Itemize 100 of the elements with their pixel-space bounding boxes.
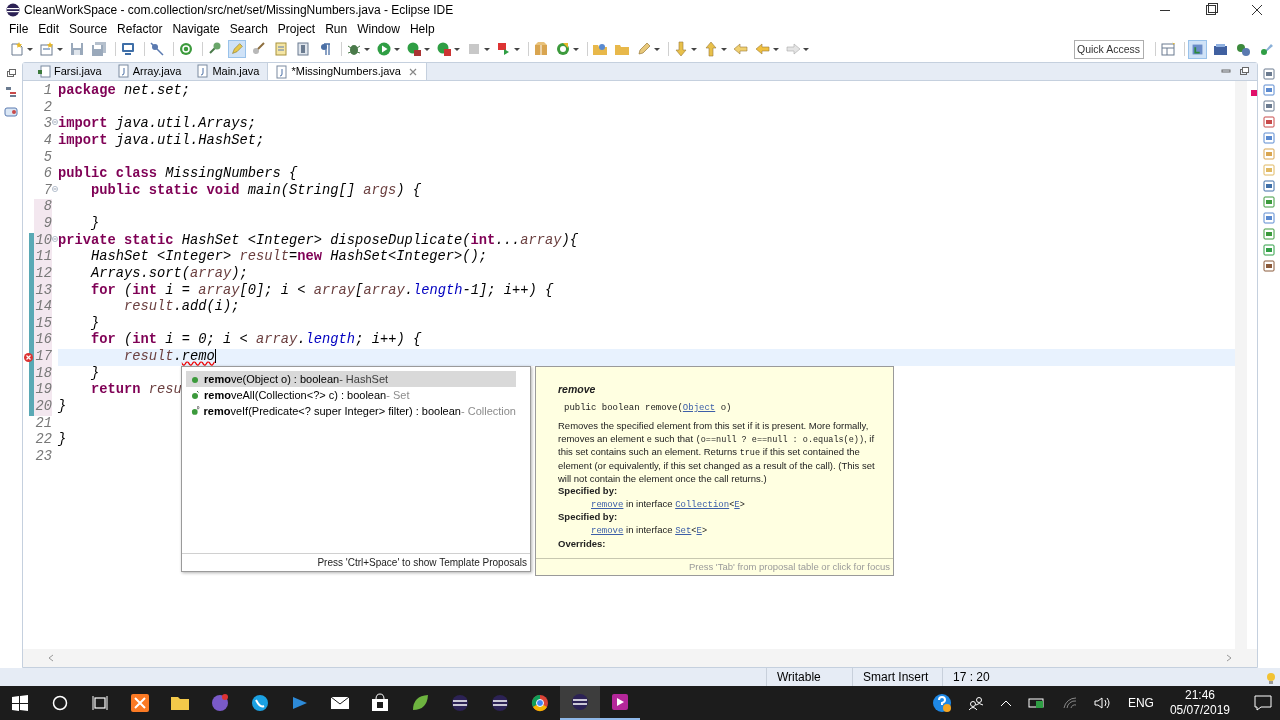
notification-icon[interactable] [1254,695,1272,711]
view-icon[interactable] [1263,116,1275,128]
restore-icon[interactable] [6,68,16,78]
battery-icon[interactable] [1027,697,1046,709]
code-line: Arrays.sort(array); [89,265,248,281]
tools-icon[interactable] [435,40,453,58]
doc-text: < [691,525,697,536]
signature-text: o) [719,402,732,413]
method-icon [190,374,200,384]
editor-tab[interactable]: *MissingNumbers.java [267,62,427,80]
doc-link[interactable]: Collection [675,499,730,510]
view-icon[interactable] [1263,260,1275,272]
doc-link[interactable]: Object [682,402,716,413]
square-app-icon[interactable] [130,693,150,713]
proposal-item[interactable]: removeIf(Predicate<? super Integer> filter) : boolean- Collection [186,403,516,419]
line-number: 3 [42,116,52,133]
doc-link[interactable]: remove [591,525,624,536]
people-icon[interactable] [967,695,984,711]
code-line: HashSet <Integer> result=new HashSet<Integer>(); [90,249,488,265]
code-line: } [90,216,100,231]
maximize-icon[interactable] [1239,66,1249,76]
doc-link[interactable]: Set [675,525,692,536]
code-line: } [90,315,100,331]
menu-item[interactable]: Search [224,20,273,38]
taskbar-button[interactable] [560,686,600,720]
view-icon[interactable] [1263,228,1275,240]
line-number: 5 [42,149,52,167]
menu-item[interactable]: Window [352,20,405,38]
line-number: 23 [34,448,52,466]
code-line: for (int i = 0; i < array.length; i++) { [90,332,422,348]
line-number: 18 [34,365,52,383]
menu-item[interactable]: Help [404,20,440,38]
menu-item[interactable]: Navigate [167,20,225,38]
minimize-icon[interactable] [1221,66,1231,76]
line-number: 9 [42,216,52,233]
help-icon[interactable] [931,693,952,713]
stripes-circle-icon[interactable] [450,693,470,713]
menu-item[interactable]: Source [64,20,113,38]
browser-icon[interactable] [530,693,550,713]
proposal-item[interactable]: remove(Object o) : boolean- HashSet [186,371,516,387]
line-number: 12 [34,265,52,283]
menu-item[interactable]: File [4,20,34,38]
chat-bubble-icon[interactable] [210,693,230,713]
text-cursor [214,349,216,364]
code-line: result.add(i); [123,299,240,315]
editor-tab[interactable]: Array.java [109,62,190,80]
code-line: package net.set; [58,83,191,98]
view-icon[interactable] [1263,180,1275,192]
media-app-icon[interactable] [610,692,630,712]
line-number: 19 [34,382,52,399]
shopping-bag-icon[interactable] [370,693,390,713]
error-mark-icon[interactable] [1251,89,1257,96]
speaker-icon[interactable] [1093,696,1112,710]
stripes-circle-icon[interactable] [490,693,510,713]
view-icon[interactable] [1263,84,1275,96]
coverage-icon[interactable] [405,40,423,58]
quick-access-field[interactable]: Quick Access [1074,39,1144,59]
line-number: 11 [34,249,52,266]
editor-tab[interactable]: Farsi.java [31,62,110,80]
method-icon [190,390,200,400]
language-indicator[interactable]: ENG [1127,694,1154,712]
view-icon[interactable] [1263,196,1275,208]
open-perspective-icon[interactable] [1159,40,1177,58]
stripes-circle-icon[interactable] [570,692,590,712]
code-line: public class MissingNumbers { [58,166,298,182]
tree-icon[interactable] [5,86,17,98]
test-icon[interactable] [4,106,18,118]
task-view-icon[interactable] [92,695,108,711]
line-number: 21 [34,415,52,433]
view-icon[interactable] [1263,100,1275,112]
line-number: 13 [34,282,52,300]
leaf-icon[interactable] [410,693,430,713]
java-file-icon [37,64,51,78]
windows-logo-icon[interactable] [12,695,28,711]
skip-icon[interactable] [148,40,166,58]
menu-item[interactable]: Refactor [112,20,168,38]
view-icon[interactable] [1263,244,1275,256]
doc-link[interactable]: E [696,525,702,536]
search-icon[interactable] [52,695,68,711]
view-icon[interactable] [1263,68,1275,80]
phone-bubble-icon[interactable] [250,693,270,713]
menu-item[interactable]: Project [272,20,321,38]
doc-text: > [701,525,707,536]
clock-date[interactable]: 05/07/2019 [1169,703,1230,718]
view-icon[interactable] [1263,132,1275,144]
wifi-icon[interactable] [1061,696,1078,710]
refresh-icon[interactable] [554,40,572,58]
doc-link[interactable]: remove [591,499,624,510]
menu-item[interactable]: Run [320,20,353,38]
java-perspective-icon[interactable] [1188,39,1207,59]
view-icon[interactable] [1263,212,1275,224]
editor-tab[interactable]: Main.java [189,62,268,80]
clock-time[interactable]: 21:46 [1169,688,1230,703]
hint-text: Press 'Tab' from proposal table or click for focus [536,557,893,575]
proposal-item[interactable]: removeAll(Collection<?> c) : boolean- Set [186,387,516,403]
menu-item[interactable]: Edit [33,20,65,38]
monitor-icon[interactable] [119,40,137,58]
block-icon[interactable] [294,40,312,58]
doc-link[interactable]: E [734,499,740,510]
check-circle-icon[interactable] [177,40,195,58]
